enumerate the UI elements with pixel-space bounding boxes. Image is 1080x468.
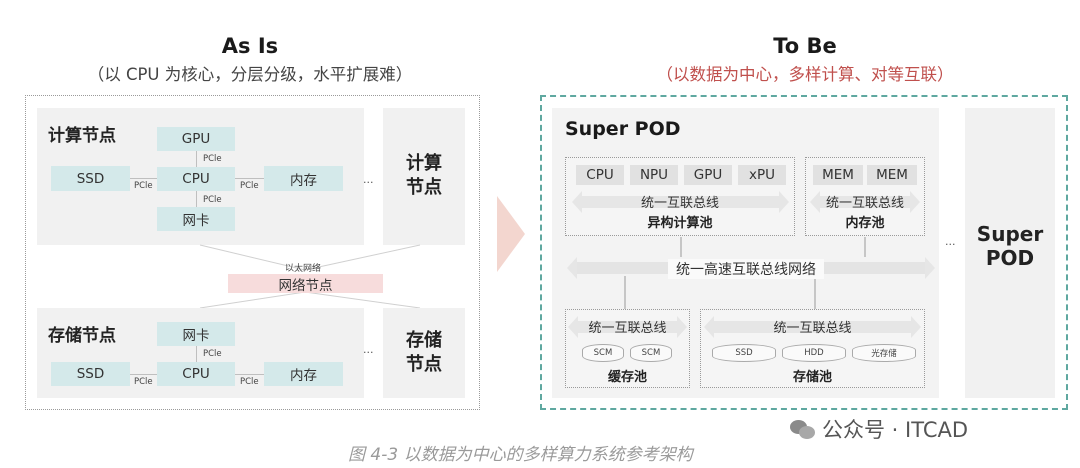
network-node-box: 网络节点 — [228, 274, 383, 294]
storage-nic-box: 网卡 — [157, 322, 235, 346]
hetero-chip-xpu: xPU — [738, 165, 786, 185]
storage-cpu-box: CPU — [157, 362, 235, 386]
connector-memory — [864, 237, 866, 257]
super-pod-title: Super POD — [565, 118, 681, 140]
conn-line-storage-right — [304, 291, 421, 309]
cache-scm-2: SCM — [630, 344, 672, 362]
storage-side-line1: 存储 — [406, 330, 442, 351]
memory-chip-1: MEM — [813, 165, 863, 185]
ethernet-label: 以太网络 — [285, 264, 322, 274]
storage-pcie-label-left: PCle — [134, 377, 153, 387]
transition-arrow-icon — [497, 196, 525, 272]
hetero-chip-cpu: CPU — [576, 165, 624, 185]
memory-chip-2: MEM — [867, 165, 917, 185]
memory-pool-label: 内存池 — [845, 216, 885, 231]
hetero-chip-npu: NPU — [630, 165, 678, 185]
storage-side-line2: 节点 — [406, 354, 442, 375]
network-bus-label: 统一高速互联总线网络 — [668, 259, 824, 279]
wechat-icon — [790, 418, 816, 440]
connector-storage — [814, 276, 816, 309]
cache-scm-1: SCM — [582, 344, 624, 362]
watermark: 公众号 · ITCAD — [790, 414, 968, 444]
to-be-title: To Be — [773, 34, 837, 58]
cache-pool-label: 缓存池 — [607, 370, 647, 385]
figure-caption: 图 4-3 以数据为中心的多样算力系统参考架构 — [348, 445, 693, 465]
storage-pcie-label-right: PCle — [240, 377, 259, 387]
watermark-text: 公众号 · ITCAD — [822, 418, 969, 442]
conn-line-compute-right — [304, 244, 421, 271]
storage-bus-label: 统一互联总线 — [773, 321, 852, 336]
super-pod-side-line2: POD — [985, 246, 1035, 270]
memory-bus-label: 统一互联总线 — [825, 196, 904, 211]
super-pod-side-label: Super POD — [965, 222, 1055, 270]
conn-line-storage-left — [199, 291, 306, 309]
storage-pcie-label-top: PCle — [203, 349, 222, 359]
hetero-pool-label: 异构计算池 — [647, 216, 713, 231]
storage-pool-label: 存储池 — [792, 370, 832, 385]
storage-optical-item: 光存储 — [852, 344, 916, 362]
storage-hdd-item: HDD — [782, 344, 846, 362]
super-pod-side-line1: Super — [976, 222, 1044, 246]
connector-hetero — [680, 237, 682, 257]
storage-ellipsis: ··· — [363, 346, 374, 359]
hetero-bus-label: 统一互联总线 — [640, 196, 719, 211]
super-pod-ellipsis: ··· — [945, 238, 956, 251]
storage-ssd-box: SSD — [51, 362, 130, 386]
connector-cache — [624, 276, 626, 309]
storage-ssd-item: SSD — [712, 344, 776, 362]
storage-node-side-label: 存储 节点 — [383, 329, 465, 377]
storage-memory-box: 内存 — [264, 362, 343, 386]
hetero-chip-gpu: GPU — [684, 165, 732, 185]
to-be-subtitle: （以数据为中心，多样计算、对等互联） — [656, 65, 954, 84]
storage-node-label: 存储节点 — [48, 326, 116, 346]
cache-bus-label: 统一互联总线 — [588, 321, 667, 336]
